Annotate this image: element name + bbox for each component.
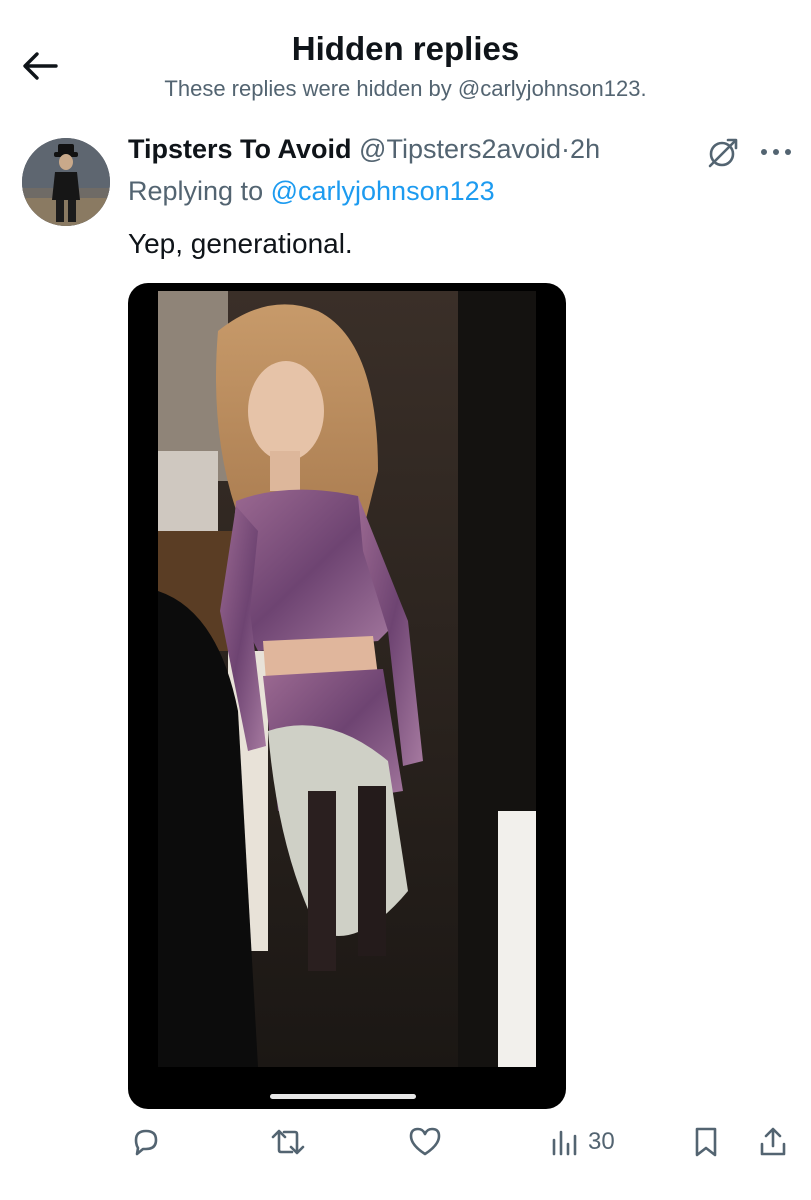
more-icon[interactable] — [756, 134, 796, 170]
retweet-button[interactable] — [270, 1120, 306, 1164]
reply-icon — [134, 1129, 158, 1156]
user-handle[interactable]: @Tipsters2avoid — [359, 134, 561, 164]
share-icon — [760, 1127, 786, 1156]
avatar[interactable] — [22, 138, 110, 226]
hidden-reply-icon[interactable] — [704, 136, 740, 172]
retweet-icon — [271, 1129, 305, 1155]
views-button[interactable]: 30 — [550, 1120, 615, 1164]
replying-to: Replying to @carlyjohnson123 — [128, 176, 495, 207]
bookmark-icon — [695, 1127, 717, 1157]
views-count: 30 — [588, 1128, 615, 1155]
replying-prefix: Replying to — [128, 176, 264, 206]
reply-button[interactable] — [130, 1120, 162, 1164]
timestamp[interactable]: 2h — [570, 134, 600, 164]
share-button[interactable] — [757, 1120, 789, 1164]
header: Hidden replies These replies were hidden… — [0, 0, 811, 110]
tweet-actions: 30 — [0, 1120, 811, 1168]
like-icon — [409, 1127, 441, 1156]
like-button[interactable] — [408, 1120, 442, 1164]
replying-mention[interactable]: @carlyjohnson123 — [271, 176, 495, 206]
display-name[interactable]: Tipsters To Avoid — [128, 134, 352, 164]
tweet-text: Yep, generational. — [128, 228, 353, 259]
page-subtitle: These replies were hidden by @carlyjohns… — [164, 76, 647, 101]
views-icon — [552, 1130, 577, 1156]
media-photo[interactable] — [158, 291, 536, 1067]
separator-dot: · — [561, 134, 571, 164]
page-title: Hidden replies — [291, 30, 520, 67]
home-indicator — [270, 1094, 416, 1099]
tweet-header: Tipsters To Avoid @Tipsters2avoid·2h — [128, 134, 600, 165]
bookmark-button[interactable] — [692, 1120, 720, 1164]
tweet-media[interactable] — [128, 283, 566, 1109]
